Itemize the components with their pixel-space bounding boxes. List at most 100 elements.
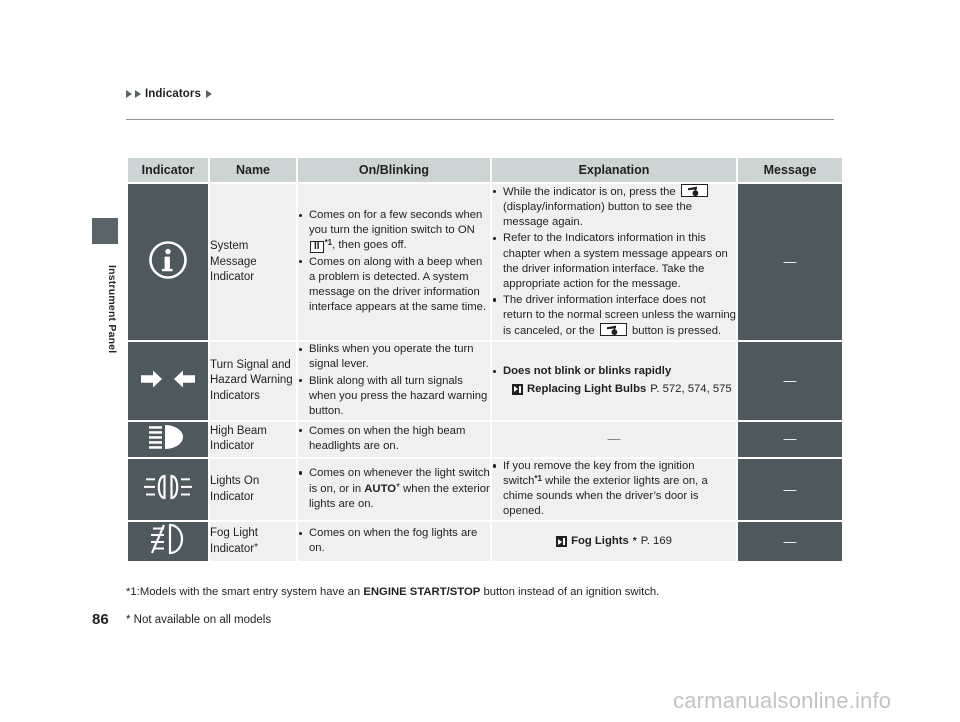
message-value: —: [783, 373, 797, 389]
indicator-name: High Beam Indicator: [210, 425, 267, 453]
bullet-item: Comes on whenever the light switch is on…: [298, 466, 490, 512]
display-information-button-glyph: [680, 184, 708, 197]
table-row: System Message Indicator Comes on for a …: [128, 184, 842, 341]
auto-mode-label: AUTO: [364, 483, 397, 496]
footnote-marker: *: [254, 542, 259, 554]
fog-light-icon: [150, 524, 184, 555]
name-cell: High Beam Indicator: [210, 421, 296, 457]
explanation-cell: Fog Lights * P. 169: [492, 522, 736, 562]
bullet-item: Blinks when you operate the turn signal …: [298, 342, 490, 372]
reference-title: Fog Lights: [571, 535, 629, 548]
bullet-text: Refer to the Indicators information in t…: [503, 232, 728, 290]
on-blinking-cell: Comes on when the high beam headlights a…: [298, 421, 490, 457]
footnote-2: * Not available on all models: [126, 614, 272, 626]
indicator-name: Lights On Indicator: [210, 475, 260, 503]
cross-reference[interactable]: Fog Lights * P. 169: [492, 534, 736, 549]
reference-page: P. 572, 574, 575: [650, 382, 732, 395]
jump-to-icon: [556, 536, 568, 548]
column-header-on-blinking: On/Blinking: [298, 158, 490, 182]
bullet-item: The driver information interface does no…: [492, 293, 736, 339]
on-blinking-cell: Blinks when you operate the turn signal …: [298, 342, 490, 420]
column-header-message: Message: [738, 158, 842, 182]
bullet-text: Comes on for a few seconds when you turn…: [309, 209, 483, 237]
bullet-text: While the indicator is on, press the: [503, 186, 679, 198]
table-row: Lights On Indicator Comes on whenever th…: [128, 458, 842, 521]
explanation-cell: While the indicator is on, press the (di…: [492, 184, 736, 341]
column-header-indicator: Indicator: [128, 158, 208, 182]
footnote-marker: *: [632, 536, 637, 548]
explanation-cell: Does not blink or blinks rapidly Replaci…: [492, 342, 736, 420]
message-cell: —: [738, 184, 842, 341]
name-cell: System Message Indicator: [210, 184, 296, 341]
indicator-cell: [128, 458, 208, 521]
bullet-item: If you remove the key from the ignition …: [492, 459, 736, 520]
on-blinking-cell: Comes on whenever the light switch is on…: [298, 458, 490, 521]
explanation-cell: —: [492, 421, 736, 457]
footnote-marker: *1: [324, 238, 333, 248]
indicator-cell: [128, 421, 208, 457]
bullet-item: Comes on when the fog lights are on.: [298, 526, 490, 556]
column-header-explanation: Explanation: [492, 158, 736, 182]
info-circle-icon: [149, 240, 187, 279]
bullet-text: Blink along with all turn signals when y…: [309, 374, 488, 417]
message-cell: —: [738, 421, 842, 457]
indicators-table: Indicator Name On/Blinking Explanation M…: [126, 156, 844, 563]
bullet-text: Comes on when the high beam headlights a…: [309, 424, 466, 452]
bullet-item: Blink along with all turn signals when y…: [298, 374, 490, 419]
message-value: —: [783, 481, 797, 497]
bullet-text: Blinks when you operate the turn signal …: [309, 343, 474, 371]
name-cell: Lights On Indicator: [210, 458, 296, 521]
reference-page: P. 169: [640, 535, 672, 548]
high-beam-icon: [149, 424, 183, 449]
footnote-1-pre: *1:Models with the smart entry system ha…: [126, 586, 364, 598]
chevron-right-icon: [205, 90, 212, 98]
reference-title: Replacing Light Bulbs: [527, 382, 647, 395]
message-value: —: [783, 431, 797, 447]
table-row: Turn Signal and Hazard Warning Indicator…: [128, 342, 842, 420]
breadcrumb-label[interactable]: Indicators: [145, 88, 201, 100]
bullet-item: Refer to the Indicators information in t…: [492, 231, 736, 292]
display-information-button-glyph: [599, 323, 627, 337]
bullet-text-tail: (display/information) button to see the …: [503, 201, 693, 229]
name-cell: Fog Light Indicator*: [210, 522, 296, 562]
explanation-value: —: [607, 431, 621, 447]
message-value: —: [783, 533, 797, 549]
bullet-text-tail: , then goes off.: [332, 239, 407, 252]
cross-reference[interactable]: Replacing Light Bulbs P. 572, 574, 575: [512, 382, 736, 397]
turn-signal-arrows-icon: [141, 370, 195, 388]
breadcrumb: Indicators: [126, 88, 212, 100]
section-tab-label: Instrument Panel: [106, 264, 118, 354]
jump-to-icon: [512, 383, 523, 395]
watermark: carmanualsonline.info: [673, 688, 892, 713]
explanation-heading: Does not blink or blinks rapidly: [503, 365, 672, 378]
indicator-name: System Message Indicator: [210, 240, 257, 283]
column-header-name: Name: [210, 158, 296, 182]
footnote-1: *1:Models with the smart entry system ha…: [126, 586, 659, 598]
indicator-name: Fog Light Indicator: [210, 527, 258, 556]
lights-on-icon: [144, 475, 192, 500]
chevron-right-icon: [126, 90, 132, 98]
table-row: High Beam Indicator Comes on when the hi…: [128, 421, 842, 457]
bullet-text-tail: button is pressed.: [628, 325, 722, 338]
footnote-1-post: button instead of an ignition switch.: [480, 586, 660, 598]
bullet-item: While the indicator is on, press the (di…: [492, 184, 736, 230]
indicator-cell: [128, 522, 208, 562]
on-blinking-cell: Comes on when the fog lights are on.: [298, 522, 490, 562]
footnote-marker: *1: [534, 474, 542, 483]
bullet-item: Comes on when the high beam headlights a…: [298, 424, 490, 454]
message-cell: —: [738, 342, 842, 420]
section-tab-marker: [92, 218, 118, 244]
bullet-text: Comes on along with a beep when a proble…: [309, 255, 487, 313]
table-row: Fog Light Indicator* Comes on when the f…: [128, 522, 842, 562]
name-cell: Turn Signal and Hazard Warning Indicator…: [210, 342, 296, 420]
indicator-name: Turn Signal and Hazard Warning Indicator…: [210, 359, 293, 402]
message-value: —: [783, 254, 797, 270]
bullet-item: Comes on for a few seconds when you turn…: [298, 208, 490, 254]
explanation-cell: If you remove the key from the ignition …: [492, 458, 736, 521]
page-number: 86: [92, 611, 109, 628]
table-header-row: Indicator Name On/Blinking Explanation M…: [128, 158, 842, 182]
message-cell: —: [738, 522, 842, 562]
on-blinking-cell: Comes on for a few seconds when you turn…: [298, 184, 490, 341]
ignition-on-glyph: II: [310, 241, 324, 254]
chevron-right-icon: [135, 90, 141, 98]
